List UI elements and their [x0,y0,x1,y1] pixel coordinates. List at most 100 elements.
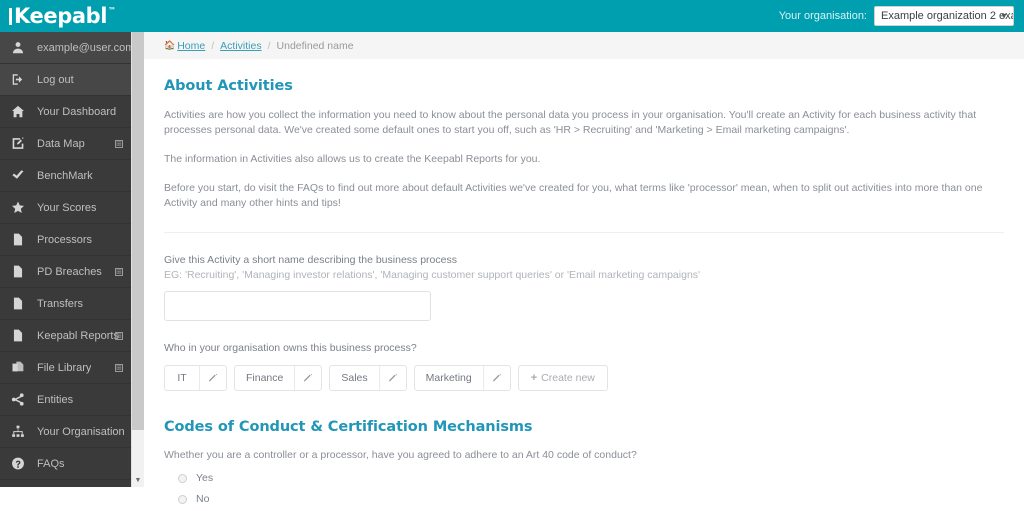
about-paragraph-3: Before you start, do visit the FAQs to f… [164,182,983,209]
section-divider [164,232,1004,233]
sidebar-item-label: Your Dashboard [37,105,117,118]
expand-icon[interactable]: ⊞ [115,331,123,340]
owner-tag[interactable]: IT [164,365,227,391]
expand-icon[interactable]: ⊞ [115,139,123,148]
sidebar-item-transfers[interactable]: Transfers [0,288,131,320]
sidebar-item-label: Entities [37,393,74,406]
pencil-icon[interactable] [378,366,406,390]
sidebar-item-file-library[interactable]: File Library ⊞ [0,352,131,384]
radio-label: No [196,493,210,505]
expand-icon[interactable]: ⊞ [115,267,123,276]
codes-of-conduct-question: Whether you are a controller or a proces… [164,449,637,461]
organisation-select[interactable]: Example organization 2 examp ▼ [874,6,1014,26]
owner-tag-name: Sales [341,372,368,384]
sidebar-item-data-map[interactable]: Data Map ⊞ [0,128,131,160]
expand-icon[interactable]: ⊞ [115,363,123,372]
file-icon [11,297,28,311]
radio-button[interactable] [178,494,187,504]
sidebar-scrollbar-thumb[interactable] [132,32,144,430]
sidebar-item-label: File Library [37,361,92,374]
radio-label: Yes [196,472,214,484]
breadcrumb-current: Undefined name [276,39,354,52]
owner-tag-name: Finance [246,372,284,384]
logo-bar-mark [9,7,12,25]
owner-tag-name: IT [177,372,187,384]
breadcrumb-link-home[interactable]: Home [177,40,205,52]
home-icon [11,105,28,119]
top-bar: Keepabl ™ Your organisation: Example orga… [0,0,1024,32]
logo-text: Keepabl [14,3,108,28]
main-content: 🏠 Home / Activities / Undefined name Abo… [144,32,1024,511]
page-title: About Activities [164,78,293,94]
sidebar-item-label: PD Breaches [37,265,102,278]
sidebar-item-label: Transfers [37,297,84,310]
sidebar-item-your-scores[interactable]: Your Scores [0,192,131,224]
chevron-down-icon: ▼ [1000,11,1008,21]
radio-option-no[interactable]: No [164,493,1004,505]
sidebar-item-log-out[interactable]: Log out [0,64,131,96]
sidebar-item-faqs[interactable]: FAQs [0,448,131,480]
owner-tag[interactable]: Finance [234,365,323,391]
organisation-label: Your organisation: [778,10,867,22]
owner-tag-list: IT Finance Sales Marketing + Create new [164,365,1004,391]
breadcrumb-separator: / [267,39,271,52]
breadcrumb-link-activities[interactable]: Activities [220,40,261,52]
sidebar-item-entities[interactable]: Entities [0,384,131,416]
file-icon [11,329,28,343]
sidebar-item-your-dashboard[interactable]: Your Dashboard [0,96,131,128]
sidebar-item-keepabl-reports[interactable]: Keepabl Reports ⊞ [0,320,131,352]
sitemap-icon [11,425,28,439]
keepabl-logo[interactable]: Keepabl ™ [9,3,116,28]
sidebar-item-label: Log out [37,73,74,86]
sidebar-item-pd-breaches[interactable]: PD Breaches ⊞ [0,256,131,288]
short-name-input[interactable] [164,291,431,321]
files-copy-icon [11,361,28,375]
pencil-icon[interactable] [294,366,321,390]
organisation-select-value: Example organization 2 examp [881,10,1013,22]
trademark-symbol: ™ [108,5,116,15]
scroll-down-arrow-icon[interactable]: ▼ [132,473,144,487]
share-nodes-icon [11,393,28,407]
content-body: About Activities Activities are how you … [144,78,1024,505]
file-icon [11,265,28,279]
breadcrumb: 🏠 Home / Activities / Undefined name [144,32,1024,59]
file-icon [11,233,28,247]
about-paragraph-2: The information in Activities also allow… [164,153,541,165]
sidebar-item-label: BenchMark [37,169,93,182]
sidebar-item-label: Keepabl Reports [37,329,119,342]
check-icon [11,169,28,183]
radio-button[interactable] [178,473,187,483]
pencil-icon[interactable] [199,366,226,390]
organisation-selector-group: Your organisation: Example organization … [779,6,1014,26]
logout-icon [11,73,28,87]
edit-document-icon [11,137,28,151]
sidebar-item-your-organisation[interactable]: Your Organisation [0,416,131,448]
radio-option-yes[interactable]: Yes [164,472,1004,484]
create-new-owner-button[interactable]: + Create new [517,365,608,391]
owner-label: Who in your organisation owns this busin… [164,342,417,354]
sidebar-item-processors[interactable]: Processors [0,224,131,256]
star-icon [11,201,28,215]
sidebar-item-label: Data Map [37,137,85,150]
plus-icon: + [530,372,538,384]
pencil-icon[interactable] [482,366,510,390]
sidebar-item-label: example@user.com [37,41,131,54]
codes-of-conduct-heading: Codes of Conduct & Certification Mechani… [164,419,533,435]
owner-tag-name: Marketing [425,372,472,384]
create-new-label: Create new [541,372,595,384]
sidebar-item-label: FAQs [37,457,65,470]
owner-tag[interactable]: Sales [329,365,407,391]
codes-of-conduct-radio-group[interactable]: Yes No [164,472,1004,505]
sidebar-item-label: Your Scores [37,201,97,214]
short-name-label: Give this Activity a short name describi… [164,254,457,266]
user-icon [11,41,28,55]
breadcrumb-separator: / [211,39,215,52]
sidebar-item-label: Your Organisation [37,425,125,438]
owner-tag[interactable]: Marketing [413,365,511,391]
question-circle-icon [11,457,28,471]
sidebar-item-example-user-com[interactable]: example@user.com [0,32,131,64]
sidebar-scrollbar[interactable]: ▼ [131,32,144,487]
sidebar-item-benchmark[interactable]: BenchMark [0,160,131,192]
sidebar-nav[interactable]: example@user.com Log out Your Dashboard Dat… [0,32,131,487]
sidebar-item-label: Processors [37,233,93,246]
